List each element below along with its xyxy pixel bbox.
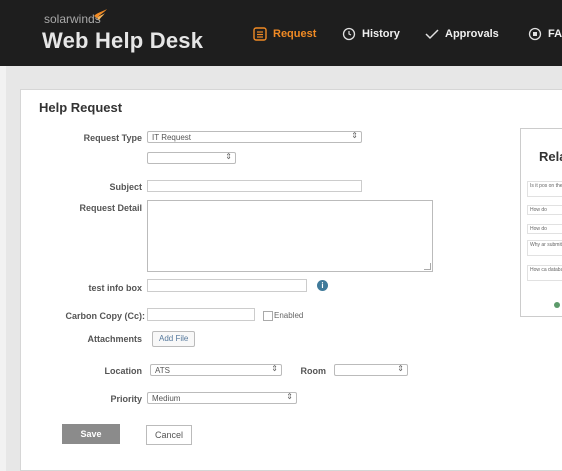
carbon-copy-label: Carbon Copy (Cc): bbox=[65, 311, 146, 321]
select-arrows-icon: ⇕ bbox=[351, 131, 358, 140]
request-detail-textarea[interactable] bbox=[147, 200, 433, 272]
location-label: Location bbox=[104, 366, 143, 376]
request-type-value: IT Request bbox=[152, 133, 191, 142]
add-file-button[interactable]: Add File bbox=[152, 331, 196, 347]
status-dot-icon bbox=[554, 302, 560, 308]
enabled-checkbox[interactable] bbox=[263, 311, 273, 321]
cancel-button[interactable]: Cancel bbox=[146, 425, 192, 445]
select-arrows-icon: ⇕ bbox=[397, 364, 404, 373]
related-item[interactable]: How ca databa bbox=[527, 265, 562, 281]
location-value: ATS bbox=[155, 366, 170, 375]
info-icon[interactable]: i bbox=[317, 280, 328, 291]
approvals-check-icon bbox=[425, 29, 439, 40]
select-arrows-icon: ⇕ bbox=[225, 152, 232, 161]
carbon-copy-input[interactable] bbox=[147, 308, 255, 321]
room-select[interactable]: ⇕ bbox=[334, 364, 408, 376]
nav-history-label: History bbox=[362, 28, 400, 40]
related-item[interactable]: Why ar submitt bbox=[527, 240, 562, 256]
request-list-icon bbox=[253, 27, 267, 41]
related-item[interactable]: Is it pos on the bbox=[527, 181, 562, 197]
solarwinds-flame-icon bbox=[94, 9, 107, 20]
related-item[interactable]: How do bbox=[527, 224, 562, 234]
attachments-label: Attachments bbox=[87, 334, 142, 344]
page-title: Help Request bbox=[39, 100, 123, 115]
nav-approvals-label: Approvals bbox=[445, 28, 499, 40]
nav-faq-label: FA bbox=[548, 28, 562, 40]
nav-faq[interactable]: FA bbox=[528, 27, 562, 41]
priority-select[interactable]: Medium ⇕ bbox=[147, 392, 297, 404]
top-navigation-bar: solarwinds Web Help Desk Request History… bbox=[0, 0, 562, 66]
brand-title: Web Help Desk bbox=[42, 28, 204, 53]
test-info-label: test info box bbox=[88, 283, 143, 293]
nav-history[interactable]: History bbox=[342, 27, 400, 41]
request-type-select[interactable]: IT Request ⇕ bbox=[147, 131, 362, 143]
select-arrows-icon: ⇕ bbox=[286, 392, 293, 401]
save-button[interactable]: Save bbox=[62, 424, 120, 444]
test-info-input[interactable] bbox=[147, 279, 307, 292]
priority-label: Priority bbox=[110, 394, 142, 404]
request-subtype-select[interactable]: ⇕ bbox=[147, 152, 236, 164]
related-title: Rela bbox=[539, 149, 562, 164]
nav-request-label: Request bbox=[273, 28, 317, 40]
enabled-label: Enabled bbox=[274, 311, 304, 320]
related-articles-panel: Rela Is it pos on the How do How do Why … bbox=[520, 128, 562, 317]
subject-input[interactable] bbox=[147, 180, 362, 192]
related-item[interactable]: How do bbox=[527, 205, 562, 215]
select-arrows-icon: ⇕ bbox=[271, 364, 278, 373]
nav-request[interactable]: Request bbox=[253, 27, 316, 41]
room-label: Room bbox=[300, 366, 327, 376]
faq-icon bbox=[528, 27, 542, 41]
request-type-label: Request Type bbox=[83, 133, 142, 143]
location-select[interactable]: ATS ⇕ bbox=[150, 364, 282, 376]
priority-value: Medium bbox=[152, 394, 181, 403]
nav-approvals[interactable]: Approvals bbox=[425, 27, 499, 41]
subject-label: Subject bbox=[109, 182, 142, 192]
history-clock-icon bbox=[342, 27, 356, 41]
resize-grip-icon[interactable] bbox=[424, 263, 431, 270]
request-detail-label: Request Detail bbox=[79, 203, 142, 213]
left-edge bbox=[0, 0, 6, 471]
